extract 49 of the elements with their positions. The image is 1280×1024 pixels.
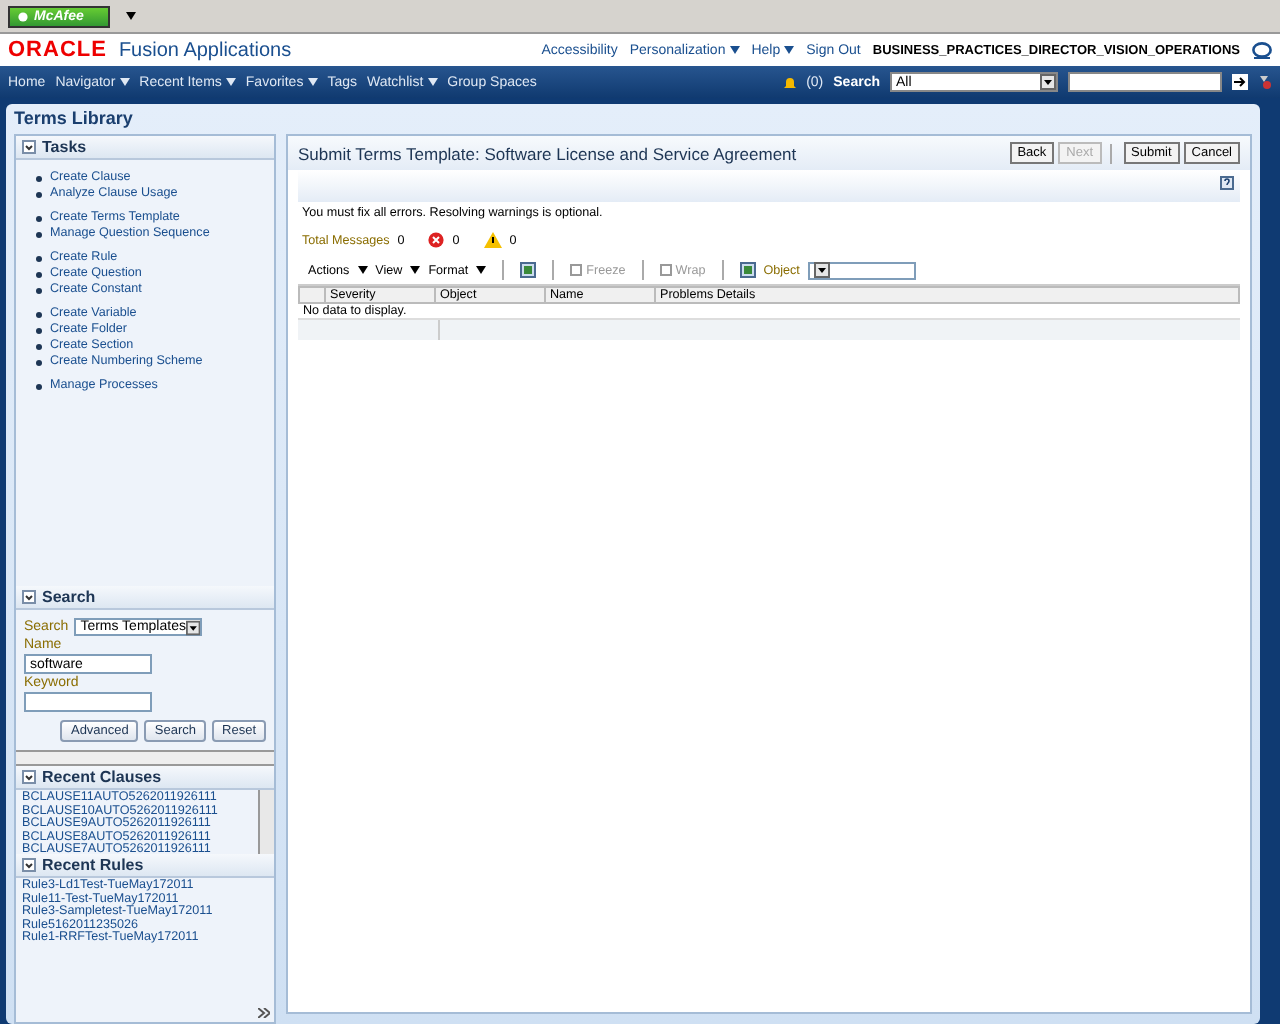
bullet-icon [36,327,42,333]
bullet-icon [36,231,42,237]
arrow-icon[interactable] [1232,74,1248,90]
help-icon[interactable] [1220,176,1234,190]
train-title: Submit Terms Template: Software License and Service Agreement [298,143,799,163]
bullet-icon [36,175,42,181]
bullet-icon [36,271,42,277]
error-icon [428,232,445,248]
panel-title: Tasks [42,138,87,156]
bell-icon[interactable] [784,75,797,89]
bullet-icon [36,343,42,349]
search-field[interactable] [1068,72,1222,92]
globe-icon[interactable] [1252,41,1272,59]
object-dropdown[interactable] [807,261,916,279]
bullet-icon [36,215,42,221]
bullet-icon [36,383,42,389]
detach-icon[interactable] [739,262,756,278]
collapse-icon[interactable] [22,858,36,872]
vertical-scrollbar[interactable] [258,790,274,854]
collapse-icon[interactable] [22,770,36,784]
collapse-icon[interactable] [22,140,36,154]
caret-icon [410,266,421,274]
collapse-icon[interactable] [22,590,36,604]
detach-icon[interactable] [520,262,537,278]
app-title: Fusion Applications [118,39,292,61]
panel-title: Search [42,588,96,606]
page-title: Terms Library [14,106,135,132]
search-options-icon[interactable] [1258,74,1272,90]
logo: ORACLE [8,38,107,62]
tool-icon [570,264,583,276]
keyword-field[interactable] [24,692,152,712]
horizontal-scrollbar[interactable] [16,750,274,766]
bullet-icon [36,191,42,197]
warning-icon [483,232,502,248]
caret-icon [357,266,368,274]
dropdown-icon[interactable] [185,619,201,635]
caret-icon [125,12,136,20]
bullet-icon [36,287,42,293]
panel-title: Recent Clauses [42,768,162,786]
shield-icon [18,11,28,21]
caret-icon [476,266,487,274]
tool-icon [659,264,672,276]
bullet-icon [36,255,42,261]
double-chevron-icon[interactable] [258,1008,270,1018]
dropdown-icon[interactable] [1040,74,1056,90]
bullet-icon [36,311,42,317]
panel-title: Recent Rules [42,856,144,874]
bullet-icon [36,359,42,365]
dropdown-icon[interactable] [813,262,830,278]
